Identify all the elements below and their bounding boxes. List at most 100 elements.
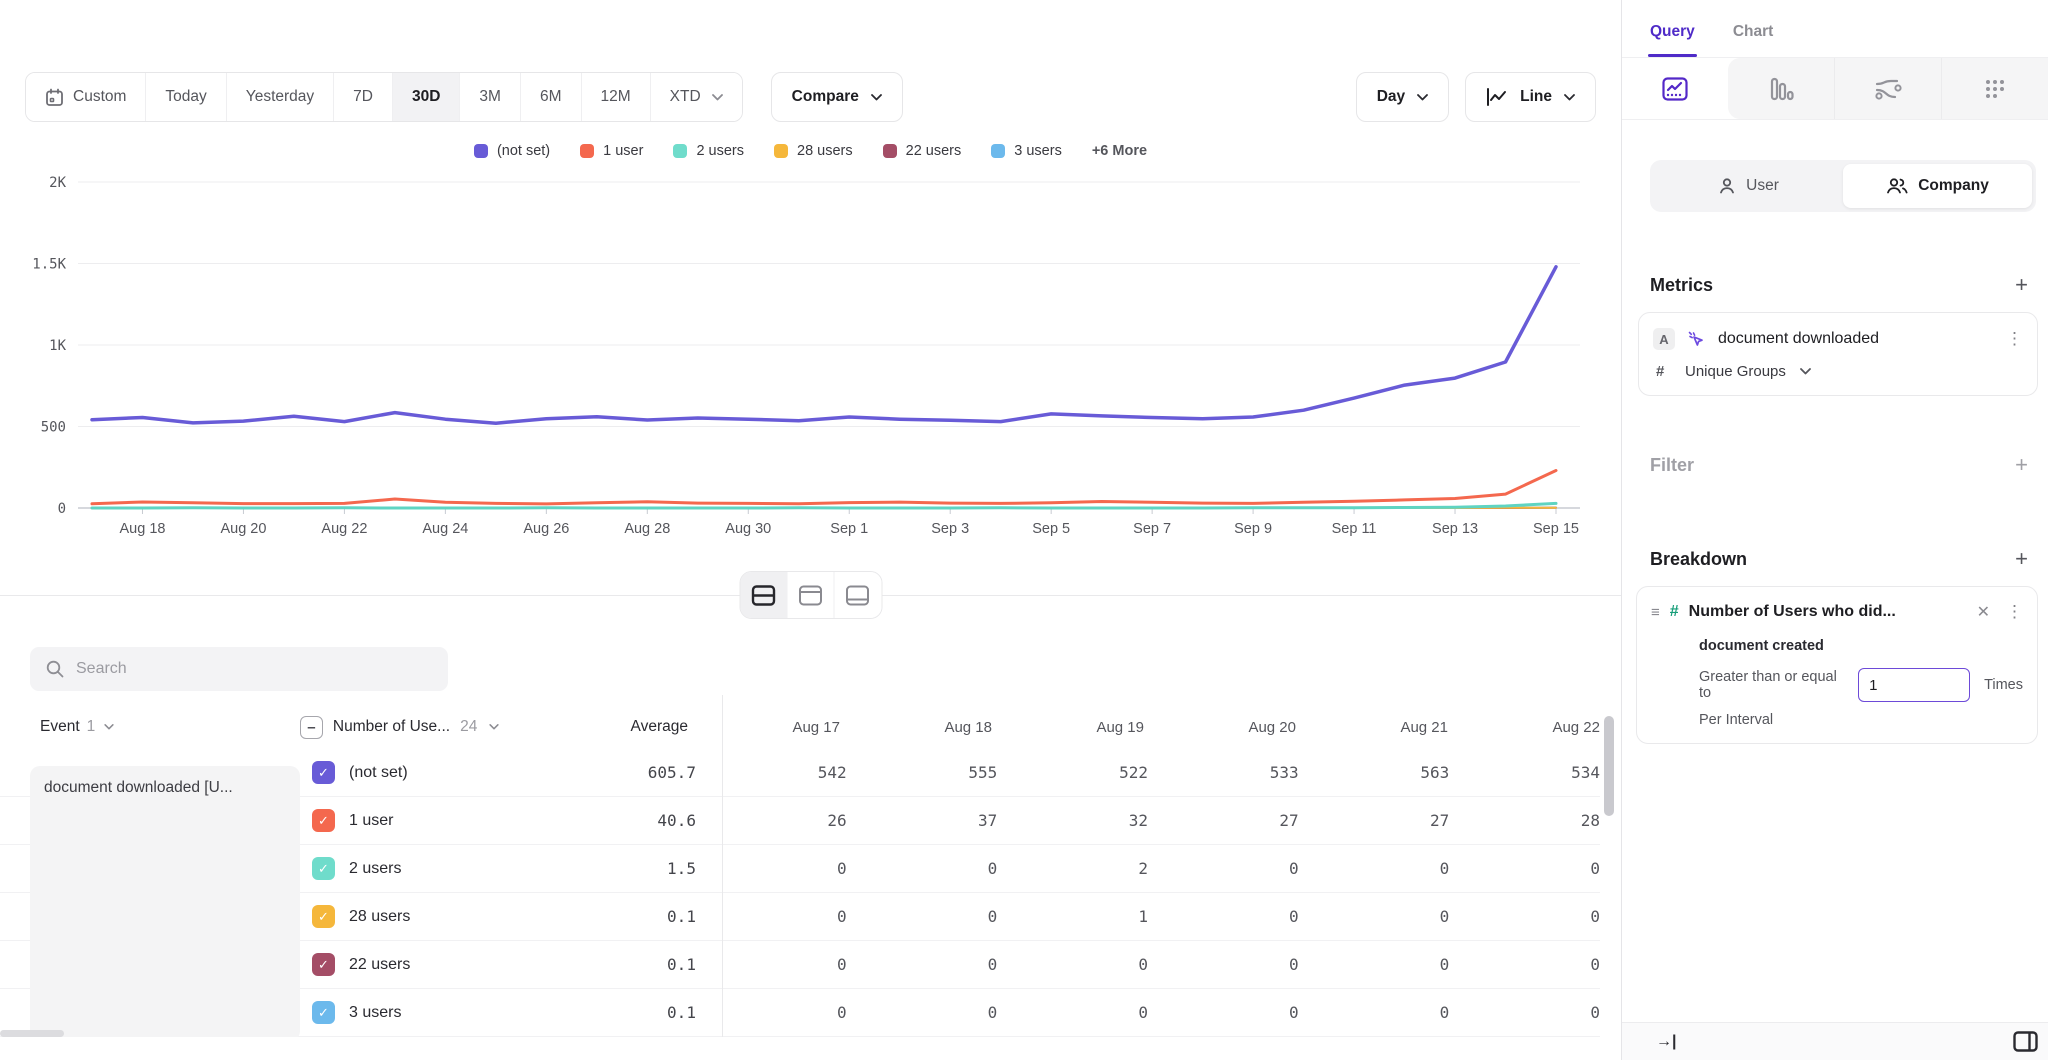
date-column-header[interactable]: Aug 21 <box>1296 719 1448 736</box>
date-column-header[interactable]: Aug 20 <box>1144 719 1296 736</box>
cell-value: 27 <box>1148 811 1299 830</box>
tab-more-charts[interactable] <box>1942 58 2048 119</box>
svg-text:Sep 5: Sep 5 <box>1032 521 1070 537</box>
column-divider <box>722 695 723 1037</box>
tab-flow-chart[interactable] <box>1835 58 1942 119</box>
interval-select[interactable]: Day <box>1356 72 1449 122</box>
series-checkbox[interactable]: ✓ <box>312 953 335 976</box>
layout-split-button[interactable] <box>740 572 787 618</box>
entity-company[interactable]: Company <box>1843 164 2032 208</box>
legend-item[interactable]: 3 users <box>991 143 1062 159</box>
layout-toggle-group <box>739 571 882 619</box>
range-label: Today <box>165 88 206 106</box>
breakdown-value-input[interactable] <box>1858 668 1970 702</box>
kebab-menu-icon[interactable]: ⋮ <box>2006 329 2023 349</box>
check-icon: ✓ <box>318 909 329 925</box>
select-all-checkbox[interactable]: – <box>300 716 323 739</box>
sidebar-tabs: Query Chart <box>1622 0 2048 58</box>
check-icon: ✓ <box>318 813 329 829</box>
date-column-header[interactable]: Aug 17 <box>688 719 840 736</box>
series-checkbox[interactable]: ✓ <box>312 1001 335 1024</box>
range-button-6m[interactable]: 6M <box>521 73 582 121</box>
panel-layout-icon[interactable] <box>2013 1031 2038 1052</box>
metric-card[interactable]: A document downloaded ⋮ # Unique Groups <box>1638 312 2038 396</box>
range-button-3m[interactable]: 3M <box>460 73 521 121</box>
legend-item[interactable]: 28 users <box>774 143 853 159</box>
person-icon <box>1718 177 1736 195</box>
event-column-header[interactable]: Event 1 <box>30 718 288 736</box>
series-column-header[interactable]: – Number of Use... 24 <box>300 716 574 739</box>
compare-button[interactable]: Compare <box>771 72 903 122</box>
range-button-xtd[interactable]: XTD <box>651 73 742 121</box>
date-column-header[interactable]: Aug 22 <box>1448 719 1600 736</box>
svg-text:Sep 11: Sep 11 <box>1332 521 1377 537</box>
layout-toggle-row <box>0 567 1621 623</box>
line-chart[interactable]: 05001K1.5K2KAug 18Aug 20Aug 22Aug 24Aug … <box>20 168 1621 545</box>
add-filter-button[interactable]: + <box>2015 454 2028 476</box>
event-name-cell[interactable]: document downloaded [U... <box>30 766 300 1037</box>
check-icon: ✓ <box>318 861 329 877</box>
line-chart-icon <box>1662 77 1688 101</box>
breakdown-unit-label: Times <box>1984 677 2023 693</box>
close-icon[interactable]: ✕ <box>1977 602 1990 622</box>
legend: (not set) 1 user 2 users 28 users 22 users 3 … <box>0 140 1621 162</box>
svg-text:Aug 18: Aug 18 <box>119 521 165 537</box>
range-button-custom[interactable]: Custom <box>26 73 146 121</box>
metrics-title: Metrics <box>1650 275 1713 296</box>
date-column-header[interactable]: Aug 18 <box>840 719 992 736</box>
series-checkbox[interactable]: ✓ <box>312 857 335 880</box>
svg-text:Sep 15: Sep 15 <box>1533 521 1579 537</box>
series-checkbox[interactable]: ✓ <box>312 905 335 928</box>
breakdown-condition-label[interactable]: Greater than or equal to <box>1699 669 1846 701</box>
cell-value: 0 <box>1299 955 1450 974</box>
range-button-today[interactable]: Today <box>146 73 226 121</box>
range-button-yesterday[interactable]: Yesterday <box>227 73 334 121</box>
range-button-30d[interactable]: 30D <box>393 73 460 121</box>
entity-user[interactable]: User <box>1654 164 1843 208</box>
legend-label: 1 user <box>603 143 643 159</box>
range-button-12m[interactable]: 12M <box>582 73 651 121</box>
svg-text:Sep 7: Sep 7 <box>1133 521 1171 537</box>
breakdown-per-interval-label[interactable]: Per Interval <box>1699 712 2023 728</box>
breakdown-event-name: document created <box>1699 638 2023 654</box>
legend-more[interactable]: +6 More <box>1092 143 1147 159</box>
series-checkbox[interactable]: ✓ <box>312 761 335 784</box>
kebab-menu-icon[interactable]: ⋮ <box>2006 602 2023 622</box>
add-metric-button[interactable]: + <box>2015 274 2028 296</box>
legend-swatch <box>673 144 687 158</box>
tab-chart[interactable]: Chart <box>1733 23 1773 57</box>
range-label: XTD <box>670 88 701 106</box>
chart-type-select[interactable]: Line <box>1465 72 1596 122</box>
chevron-down-icon <box>712 94 723 101</box>
table-vertical-scrollbar[interactable] <box>1604 716 1614 816</box>
legend-item[interactable]: 22 users <box>883 143 962 159</box>
tab-bar-chart[interactable] <box>1728 58 1835 119</box>
table-header: Event 1 – Number of Use... 24 Average Au… <box>0 705 1600 749</box>
svg-text:1K: 1K <box>49 338 66 354</box>
hash-icon: # <box>1670 603 1679 621</box>
filter-section-header: Filter + <box>1650 454 2028 476</box>
tab-query[interactable]: Query <box>1650 23 1695 57</box>
breakdown-card[interactable]: ≡ # Number of Users who did... ✕ ⋮ docum… <box>1636 586 2038 744</box>
chevron-down-icon <box>1417 94 1428 101</box>
date-column-header[interactable]: Aug 19 <box>992 719 1144 736</box>
table-horizontal-scrollbar[interactable] <box>0 1030 64 1037</box>
cell-value: 32 <box>997 811 1148 830</box>
cell-value: 28 <box>1449 811 1600 830</box>
legend-item[interactable]: (not set) <box>474 143 550 159</box>
autotrack-icon <box>1687 330 1706 349</box>
range-button-7d[interactable]: 7D <box>334 73 393 121</box>
add-breakdown-button[interactable]: + <box>2015 548 2028 570</box>
layout-chart-only-button[interactable] <box>787 572 834 618</box>
series-checkbox[interactable]: ✓ <box>312 809 335 832</box>
layout-table-only-button[interactable] <box>834 572 881 618</box>
collapse-panel-icon[interactable]: →| <box>1656 1033 1676 1051</box>
legend-item[interactable]: 1 user <box>580 143 643 159</box>
series-label: (not set) <box>349 764 577 782</box>
search-input[interactable] <box>76 660 432 678</box>
drag-handle-icon[interactable]: ≡ <box>1651 604 1660 621</box>
legend-item[interactable]: 2 users <box>673 143 744 159</box>
metric-aggregation[interactable]: # Unique Groups <box>1653 363 2023 380</box>
metric-event-name: document downloaded <box>1718 330 1994 348</box>
tab-line-chart[interactable] <box>1622 58 1728 119</box>
